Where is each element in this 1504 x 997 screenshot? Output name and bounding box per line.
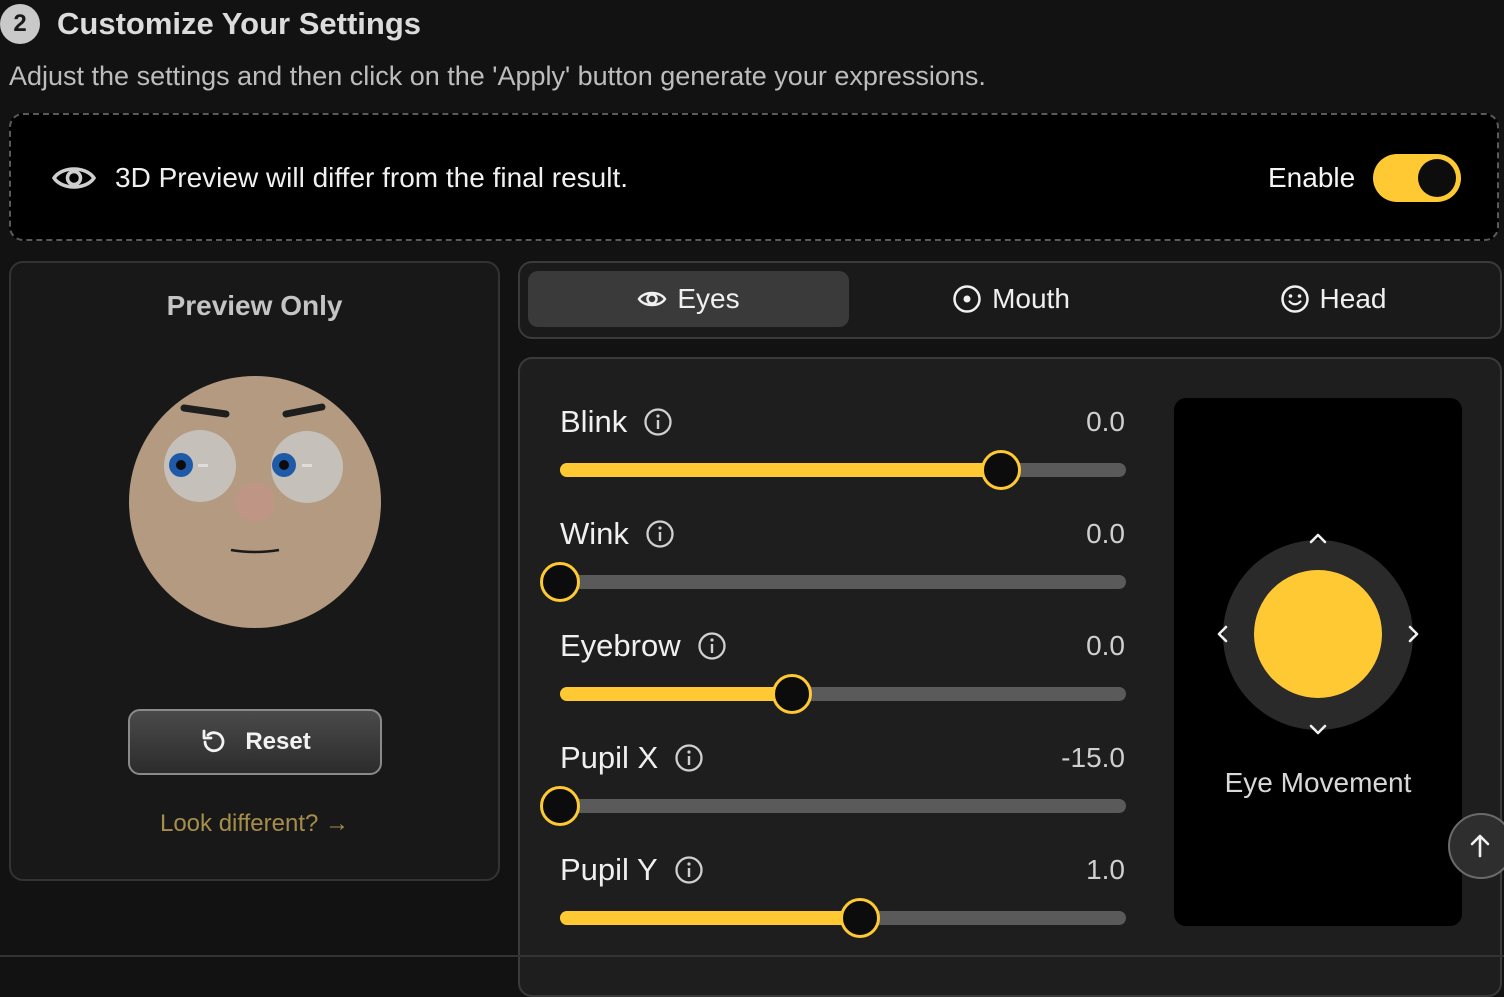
tab-mouth-label: Mouth (992, 283, 1070, 314)
slider-label-pupil-y: Pupil Y (560, 850, 704, 890)
eye-icon (637, 291, 667, 307)
smiley-icon (1280, 285, 1309, 313)
slider-fill (560, 911, 860, 925)
slider-label-text: Pupil X (560, 740, 659, 775)
eye-movement-label: Eye Movement (1224, 767, 1412, 798)
section-title: Customize Your Settings (57, 6, 422, 41)
reset-button[interactable]: Reset (128, 709, 382, 775)
joystick-knob[interactable] (1254, 570, 1382, 698)
info-icon[interactable] (674, 743, 704, 773)
slider-label-eyebrow: Eyebrow (560, 626, 727, 666)
slider-track-wink[interactable] (540, 562, 1126, 602)
section-subtitle: Adjust the settings and then click on th… (9, 61, 986, 91)
slider-label-wink: Wink (560, 514, 675, 554)
toggle-knob (1418, 159, 1456, 197)
info-icon[interactable] (643, 407, 673, 437)
slider-track-blink[interactable] (560, 450, 1126, 490)
slider-thumb[interactable] (540, 786, 580, 826)
reset-icon (202, 729, 225, 753)
tab-eyes[interactable]: Eyes (528, 271, 849, 327)
slider-value-pupil-y: 1.0 (1086, 854, 1125, 885)
chevron-down-icon[interactable] (1307, 719, 1329, 741)
divider (0, 955, 1504, 957)
enable-toggle[interactable] (1373, 154, 1461, 202)
tab-eyes-label: Eyes (677, 283, 740, 314)
preview-title: Preview Only (166, 290, 343, 321)
slider-track-eyebrow[interactable] (560, 674, 1126, 714)
info-icon[interactable] (697, 631, 727, 661)
slider-value-eyebrow: 0.0 (1086, 630, 1125, 661)
slider-fill (560, 687, 793, 701)
slider-label-pupil-x: Pupil X (560, 738, 704, 778)
slider-label-text: Wink (560, 516, 629, 551)
enable-label: Enable (1268, 162, 1356, 193)
target-icon (953, 285, 981, 313)
eye-icon (52, 167, 96, 189)
slider-track-pupil-y[interactable] (560, 898, 1126, 938)
info-icon[interactable] (674, 855, 704, 885)
slider-value-pupil-x: -15.0 (1061, 742, 1125, 773)
preview-notice-text: 3D Preview will differ from the final re… (115, 162, 628, 193)
slider-value-blink: 0.0 (1086, 406, 1125, 437)
slider-label-blink: Blink (560, 402, 673, 442)
slider-label-text: Eyebrow (560, 628, 681, 663)
tab-mouth[interactable]: Mouth (858, 271, 1164, 327)
slider-fill (560, 463, 1002, 477)
slider-value-wink: 0.0 (1086, 518, 1125, 549)
look-different-link[interactable]: Look different? → (9, 808, 500, 840)
chevron-right-icon[interactable] (1403, 623, 1425, 645)
tab-head-label: Head (1319, 283, 1387, 314)
step-number-badge: 2 (0, 4, 40, 44)
slider-track-pupil-x[interactable] (540, 786, 1126, 826)
slider-thumb[interactable] (772, 674, 813, 714)
chevron-up-icon[interactable] (1307, 527, 1329, 549)
slider-thumb[interactable] (839, 898, 880, 938)
arrow-up-icon (1470, 834, 1490, 858)
tab-head[interactable]: Head (1178, 271, 1488, 327)
reset-label: Reset (245, 728, 311, 755)
slider-label-text: Pupil Y (560, 852, 658, 887)
info-icon[interactable] (645, 519, 675, 549)
slider-thumb[interactable] (540, 562, 580, 602)
face-preview-illustration (129, 376, 381, 628)
slider-label-text: Blink (560, 404, 628, 439)
chevron-left-icon[interactable] (1211, 623, 1233, 645)
